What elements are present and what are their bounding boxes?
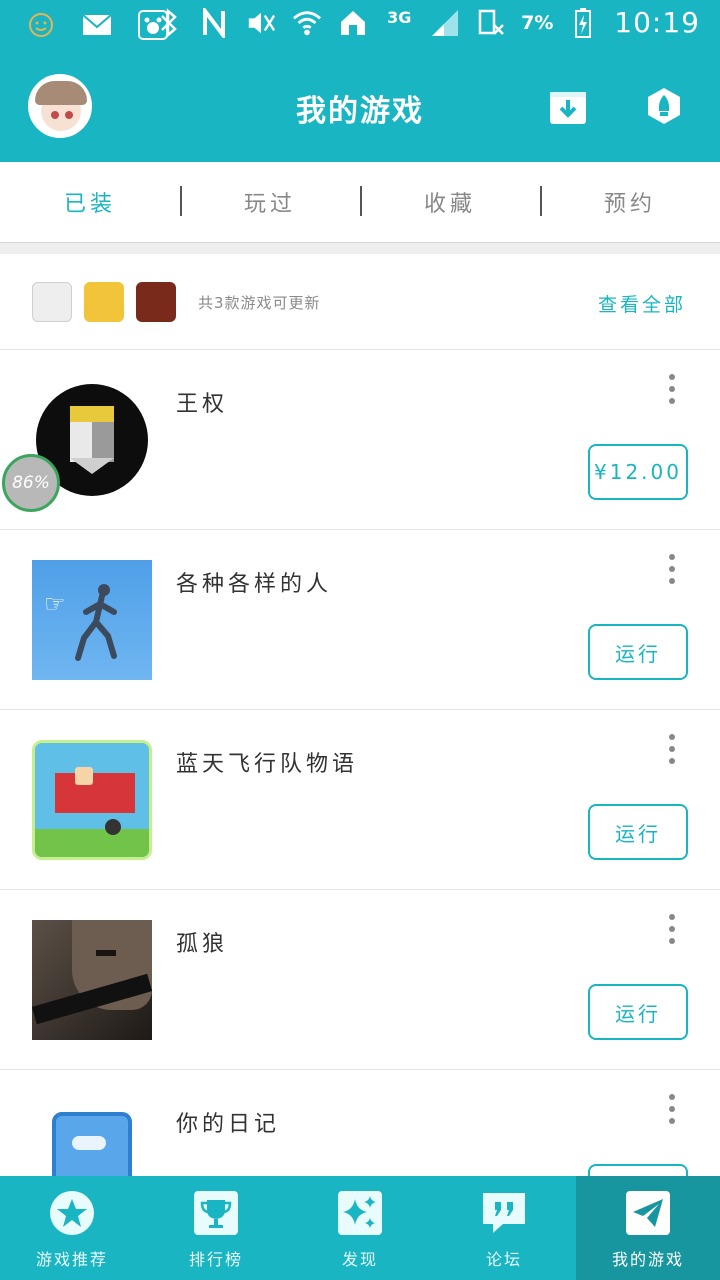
speed-up-button[interactable] <box>644 86 684 126</box>
home-network-icon <box>338 8 368 38</box>
game-icon-people: ☞ <box>32 560 152 680</box>
mute-icon <box>246 8 276 38</box>
run-button[interactable]: 运行 <box>588 624 688 680</box>
network-type-label: 3G <box>387 7 412 27</box>
rocket-icon <box>648 88 680 124</box>
download-progress-badge: 86% <box>2 454 60 512</box>
nav-label: 发现 <box>341 1250 378 1269</box>
update-game-thumbnail <box>84 282 124 322</box>
status-bar: 3G 7% 10:19 <box>0 0 720 56</box>
nav-my-games[interactable]: 我的游戏 <box>576 1176 720 1280</box>
tab-reservations[interactable]: 预约 <box>540 162 720 242</box>
tab-installed[interactable]: 已装 <box>0 162 180 242</box>
updates-banner[interactable]: 共3款游戏可更新 查看全部 <box>0 254 720 350</box>
battery-percent: 7% <box>521 11 554 34</box>
download-box-icon <box>550 92 586 124</box>
mail-icon <box>82 10 112 40</box>
nav-rankings[interactable]: 排行榜 <box>144 1176 288 1280</box>
more-options-icon[interactable] <box>660 732 684 766</box>
tab-bar: 已装 玩过 收藏 预约 <box>0 162 720 242</box>
bottom-nav: 游戏推荐 排行榜 发现 论坛 我的游戏 <box>0 1176 720 1280</box>
game-list: 86% 王权 ¥12.00 ☞ 各种各样的人 运行 蓝天飞行队物语 运行 孤狼 <box>0 350 720 1250</box>
signal-icon <box>430 8 460 38</box>
update-game-thumbnail <box>136 282 176 322</box>
nav-label: 排行榜 <box>188 1250 243 1269</box>
update-game-thumbnail <box>32 282 72 322</box>
run-button[interactable]: 运行 <box>588 984 688 1040</box>
nav-label: 游戏推荐 <box>35 1250 108 1269</box>
system-icons: 3G 7% 10:19 <box>154 6 700 39</box>
pointing-hand-icon: ☞ <box>44 590 66 618</box>
list-item[interactable]: 86% 王权 ¥12.00 <box>0 350 720 530</box>
game-icon-lone-wolf <box>32 920 152 1040</box>
notification-icons <box>26 10 168 40</box>
app-header: 我的游戏 <box>0 56 720 162</box>
game-icon-sky-squadron <box>32 740 152 860</box>
nav-discover[interactable]: 发现 <box>288 1176 432 1280</box>
cloud-shape <box>72 1136 106 1150</box>
bluetooth-icon <box>154 7 184 38</box>
quote-bubble-icon <box>481 1190 527 1236</box>
paper-plane-icon <box>625 1190 671 1236</box>
run-button[interactable]: 运行 <box>588 804 688 860</box>
tab-played[interactable]: 玩过 <box>180 162 360 242</box>
clock: 10:19 <box>614 6 700 39</box>
divider <box>0 242 720 254</box>
view-all-link[interactable]: 查看全部 <box>598 290 686 317</box>
pilot-shape <box>75 767 93 785</box>
price-button[interactable]: ¥12.00 <box>588 444 688 500</box>
sparkle-icon <box>337 1190 383 1236</box>
more-options-icon[interactable] <box>660 552 684 586</box>
page-title: 我的游戏 <box>296 94 424 129</box>
download-manager-button[interactable] <box>548 86 588 126</box>
emoji-icon <box>26 10 56 40</box>
nav-forum[interactable]: 论坛 <box>432 1176 576 1280</box>
nav-label: 我的游戏 <box>611 1250 684 1269</box>
plane-shape <box>55 773 135 813</box>
game-name: 蓝天飞行队物语 <box>176 752 359 777</box>
runner-figure-icon <box>75 584 117 661</box>
battery-charging-icon <box>568 7 598 38</box>
nav-label: 论坛 <box>485 1250 522 1269</box>
more-options-icon[interactable] <box>660 1092 684 1126</box>
eye-shape <box>96 950 116 956</box>
trophy-icon <box>193 1190 239 1236</box>
wifi-icon <box>292 8 322 38</box>
updates-count-text: 共3款游戏可更新 <box>198 294 321 312</box>
nfc-icon <box>200 7 230 38</box>
shield-tip <box>70 458 114 474</box>
game-name: 各种各样的人 <box>176 572 333 597</box>
game-name: 孤狼 <box>176 932 229 957</box>
more-options-icon[interactable] <box>660 912 684 946</box>
game-name: 你的日记 <box>176 1112 281 1137</box>
more-options-icon[interactable] <box>660 372 684 406</box>
shield-shade <box>92 422 114 462</box>
game-name: 王权 <box>176 392 229 417</box>
list-item[interactable]: 孤狼 运行 <box>0 890 720 1070</box>
list-item[interactable]: 蓝天飞行队物语 运行 <box>0 710 720 890</box>
tab-favorites[interactable]: 收藏 <box>360 162 540 242</box>
star-icon <box>49 1190 95 1236</box>
crown-shape <box>70 406 114 422</box>
ground-shape <box>35 829 149 857</box>
wheel-shape <box>105 819 121 835</box>
nav-game-recommend[interactable]: 游戏推荐 <box>0 1176 144 1280</box>
list-item[interactable]: ☞ 各种各样的人 运行 <box>0 530 720 710</box>
no-sim-icon <box>476 8 506 38</box>
